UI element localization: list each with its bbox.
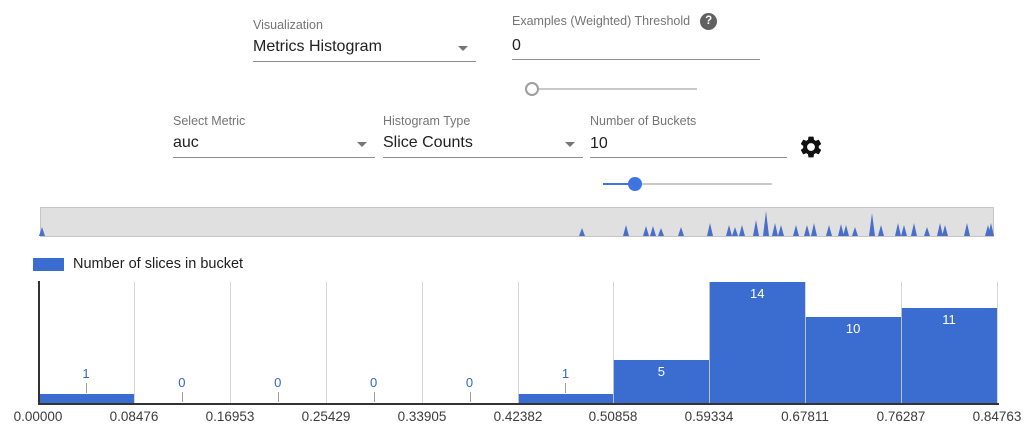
gridline xyxy=(326,282,327,403)
gridline xyxy=(613,282,614,403)
annotation-stem xyxy=(278,392,279,402)
annotation-stem xyxy=(565,383,566,393)
bar-value-label: 0 xyxy=(152,375,212,390)
x-axis-tick-label: 0.33905 xyxy=(385,409,459,424)
histogram-bar[interactable] xyxy=(38,394,134,403)
gridline xyxy=(901,282,902,403)
annotation-stem xyxy=(182,392,183,402)
gridline xyxy=(997,282,998,403)
bar-value-label: 1 xyxy=(56,366,116,381)
bar-value-label: 5 xyxy=(631,364,691,379)
x-axis-tick-label: 0.42382 xyxy=(481,409,555,424)
gridline xyxy=(230,282,231,403)
annotation-stem xyxy=(374,392,375,402)
bar-value-label: 10 xyxy=(823,321,883,336)
metrics-histogram-page: Visualization Metrics Histogram Examples… xyxy=(0,0,1024,432)
gridline xyxy=(134,282,135,403)
gridline xyxy=(422,282,423,403)
x-axis-tick-label: 0.50858 xyxy=(576,409,650,424)
x-axis-tick-label: 0.25429 xyxy=(289,409,363,424)
bar-value-label: 1 xyxy=(535,366,595,381)
bar-value-label: 0 xyxy=(344,375,404,390)
y-axis-line xyxy=(38,281,40,404)
slice-counts-histogram: 10000151410110.000000.084760.169530.2542… xyxy=(0,0,1024,432)
annotation-stem xyxy=(470,392,471,402)
histogram-bar[interactable] xyxy=(518,394,614,403)
gridline xyxy=(805,282,806,403)
x-axis-tick-label: 0.00000 xyxy=(1,409,75,424)
x-axis-tick-label: 0.08476 xyxy=(97,409,171,424)
annotation-stem xyxy=(86,383,87,393)
x-axis-tick-label: 0.76287 xyxy=(864,409,938,424)
bar-value-label: 14 xyxy=(727,286,787,301)
x-axis-baseline xyxy=(38,403,999,405)
x-axis-tick-label: 0.16953 xyxy=(193,409,267,424)
bar-value-label: 0 xyxy=(248,375,308,390)
x-axis-tick-label: 0.59334 xyxy=(672,409,746,424)
bar-value-label: 0 xyxy=(440,375,500,390)
gridline xyxy=(709,282,710,403)
gridline xyxy=(518,282,519,403)
x-axis-tick-label: 0.67811 xyxy=(768,409,842,424)
bar-value-label: 11 xyxy=(919,312,979,327)
x-axis-tick-label: 0.84763 xyxy=(960,409,1024,424)
